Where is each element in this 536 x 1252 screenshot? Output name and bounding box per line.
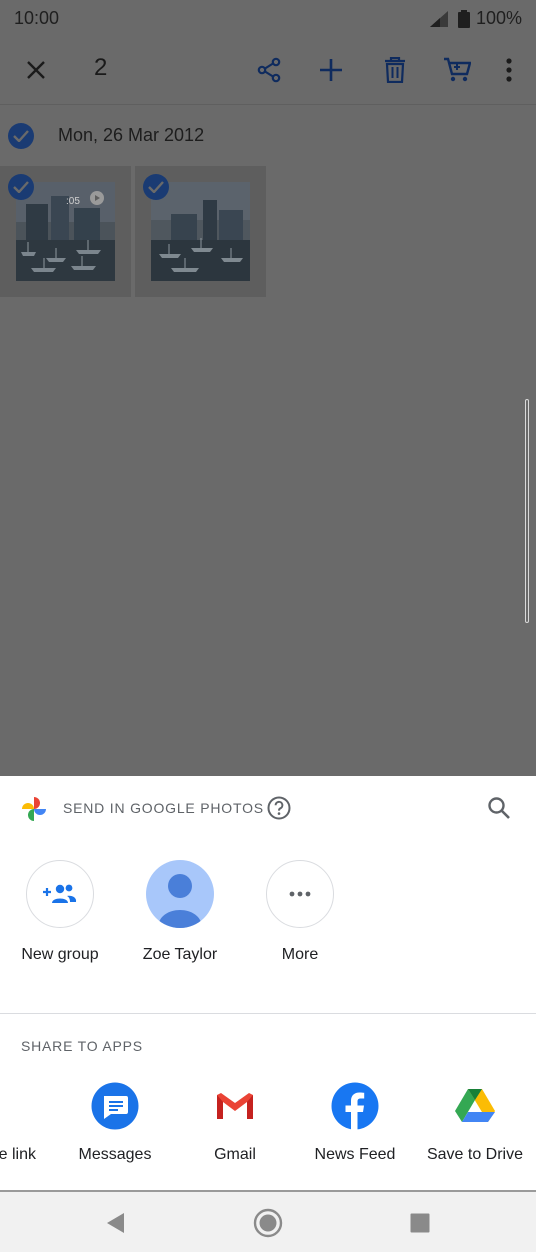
gallery-background: 10:00 100% 2 Mon, 26 Mar 2012:05 <box>0 0 536 776</box>
app-label: Gmail <box>214 1146 256 1163</box>
battery-icon <box>457 9 470 28</box>
contact-label: Zoe Taylor <box>142 946 218 963</box>
selection-count: 2 <box>94 54 108 81</box>
photo-select-check-icon[interactable] <box>8 174 34 200</box>
app-label: e link <box>0 1146 36 1163</box>
search-icon[interactable] <box>487 796 511 820</box>
share-sheet: SEND IN GOOGLE PHOTOS New group Zoe Tayl… <box>0 776 536 1190</box>
app-messages[interactable]: Messages <box>55 1082 175 1164</box>
more-vert-icon[interactable] <box>491 52 527 88</box>
date-select-check-icon[interactable] <box>8 123 34 149</box>
app-save-to-drive[interactable]: Save to Drive <box>415 1082 535 1164</box>
status-bar: 10:00 100% <box>0 0 536 34</box>
date-header: Mon, 26 Mar 2012 <box>0 118 536 154</box>
toolbar-divider <box>0 104 536 105</box>
app-gmail[interactable]: Gmail <box>175 1082 295 1164</box>
app-label: Messages <box>78 1146 152 1163</box>
trash-icon[interactable] <box>377 52 413 88</box>
google-photos-logo-icon <box>22 797 46 821</box>
contact-label: New group <box>21 946 99 963</box>
drive-icon <box>451 1082 499 1130</box>
person-icon <box>146 860 214 928</box>
add-icon[interactable] <box>313 52 349 88</box>
sheet-divider <box>0 1013 536 1014</box>
battery-percent: 100% <box>475 8 522 28</box>
selection-toolbar: 2 <box>0 34 536 104</box>
gmail-icon <box>211 1082 259 1130</box>
scrollbar[interactable] <box>525 399 529 623</box>
recents-icon[interactable] <box>403 1206 437 1240</box>
home-icon[interactable] <box>251 1206 285 1240</box>
facebook-icon <box>331 1082 379 1130</box>
video-duration: :05 <box>66 196 80 207</box>
back-icon[interactable] <box>98 1206 132 1240</box>
contact-label: More <box>281 946 319 963</box>
app-label: News Feed <box>314 1146 396 1163</box>
share-sheet-title: SEND IN GOOGLE PHOTOS <box>63 800 264 816</box>
contact-new-group[interactable]: New group <box>0 860 120 964</box>
video-play-icon <box>90 191 104 205</box>
cart-icon[interactable] <box>439 52 475 88</box>
contact-zoe-taylor[interactable]: Zoe Taylor <box>120 860 240 964</box>
signal-icon <box>429 10 448 27</box>
app-copy-link[interactable]: e link <box>0 1082 52 1164</box>
app-label: Save to Drive <box>426 1146 524 1163</box>
app-facebook-news-feed[interactable]: News Feed <box>295 1082 415 1164</box>
share-to-apps-title: SHARE TO APPS <box>21 1038 143 1054</box>
photo-select-check-icon[interactable] <box>143 174 169 200</box>
system-nav-bar <box>0 1190 536 1252</box>
messages-icon <box>91 1082 139 1130</box>
more-horiz-icon <box>266 860 334 928</box>
date-label: Mon, 26 Mar 2012 <box>58 125 205 145</box>
harbour-photo <box>151 182 250 281</box>
photo-thumbnail[interactable] <box>135 166 266 297</box>
close-icon[interactable] <box>18 52 54 88</box>
group-add-icon <box>26 860 94 928</box>
share-sheet-header: SEND IN GOOGLE PHOTOS <box>0 776 536 840</box>
link-icon <box>0 1082 16 1130</box>
help-icon[interactable] <box>267 796 291 820</box>
contact-more[interactable]: More <box>240 860 360 964</box>
status-time: 10:00 <box>14 8 60 28</box>
share-icon[interactable] <box>251 52 287 88</box>
photo-thumbnail-video[interactable] <box>0 166 131 297</box>
